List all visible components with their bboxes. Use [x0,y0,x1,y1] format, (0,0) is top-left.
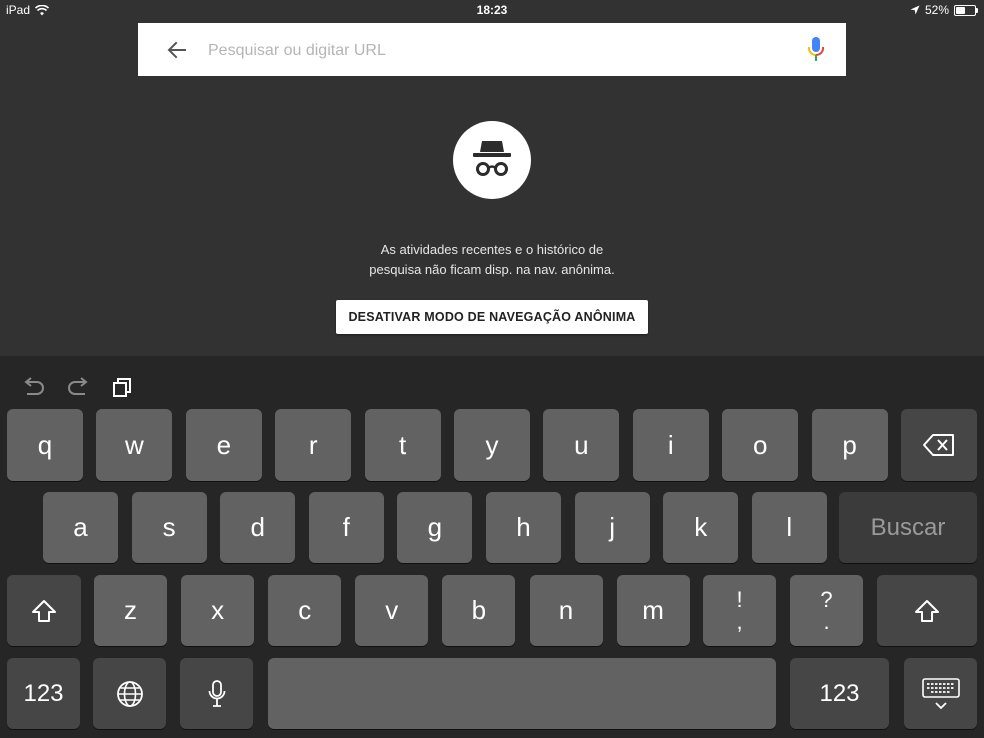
space-key[interactable] [268,658,776,729]
key-z[interactable]: z [94,575,167,646]
key-j[interactable]: j [574,492,650,563]
omnibox [138,23,846,76]
undo-icon[interactable] [21,374,47,400]
incognito-spy-glyph [473,141,511,176]
keyboard: qwertyuiop asdfghjkl Buscar zxcvbnm ! , … [0,356,984,738]
backspace-key[interactable] [901,409,977,481]
status-bar: iPad 18:23 52% [0,0,984,20]
shift-key-right[interactable] [877,575,977,646]
key-t[interactable]: t [364,409,441,481]
redo-icon[interactable] [65,374,91,400]
microphone-icon [208,679,225,707]
key-y[interactable]: y [454,409,530,481]
dictation-key[interactable] [180,658,253,729]
key-p[interactable]: p [811,409,888,481]
key-a[interactable]: a [43,492,118,563]
globe-icon [116,680,143,707]
key-k[interactable]: k [663,492,739,563]
status-right: 52% [910,3,978,17]
key-period: . [823,608,830,634]
key-u[interactable]: u [543,409,620,481]
back-arrow-icon[interactable] [166,39,188,61]
key-s[interactable]: s [131,492,207,563]
search-key[interactable]: Buscar [839,492,977,563]
key-m[interactable]: m [616,575,690,646]
battery-level [956,6,965,14]
incognito-message-line1: As atividades recentes e o histórico de [380,242,604,257]
key-d[interactable]: d [220,492,296,563]
key-l[interactable]: l [751,492,827,563]
search-input[interactable] [206,37,790,65]
shift-key-left[interactable] [7,575,81,646]
disable-incognito-button[interactable]: DESATIVAR MODO DE NAVEGAÇÃO ANÔNIMA [336,300,648,334]
key-exclamation: ! [736,586,743,612]
hide-keyboard-key[interactable] [904,658,977,729]
key-n[interactable]: n [529,575,603,646]
battery-percent: 52% [924,3,949,17]
shift-icon [32,599,56,622]
location-arrow-icon [910,5,920,15]
numbers-key-left[interactable]: 123 [7,658,80,729]
key-b[interactable]: b [442,575,516,646]
key-r[interactable]: r [275,409,352,481]
paste-icon[interactable] [110,374,136,400]
hide-keyboard-icon [921,677,960,709]
key-g[interactable]: g [397,492,473,563]
numbers-key-right[interactable]: 123 [790,658,889,729]
key-h[interactable]: h [486,492,561,563]
key-question: ? [820,586,833,612]
battery-icon [954,4,978,16]
incognito-message: As atividades recentes e o histórico de … [292,240,692,280]
key-v[interactable]: v [355,575,429,646]
key-exclamation-comma[interactable]: ! , [703,575,776,646]
status-time: 18:23 [476,3,508,17]
incognito-message-line2: pesquisa não ficam disp. na nav. anônima… [369,262,615,277]
shift-icon [915,599,939,622]
key-e[interactable]: e [185,409,262,481]
key-q[interactable]: q [7,409,83,481]
key-i[interactable]: i [632,409,709,481]
key-f[interactable]: f [308,492,384,563]
key-comma: , [736,608,743,634]
backspace-icon [923,434,954,456]
key-w[interactable]: w [96,409,173,481]
key-c[interactable]: c [268,575,342,646]
key-o[interactable]: o [722,409,799,481]
voice-search-mic-icon[interactable] [807,36,825,64]
incognito-icon [453,121,531,199]
key-x[interactable]: x [181,575,255,646]
globe-key[interactable] [93,658,166,729]
key-question-period[interactable]: ? . [790,575,863,646]
